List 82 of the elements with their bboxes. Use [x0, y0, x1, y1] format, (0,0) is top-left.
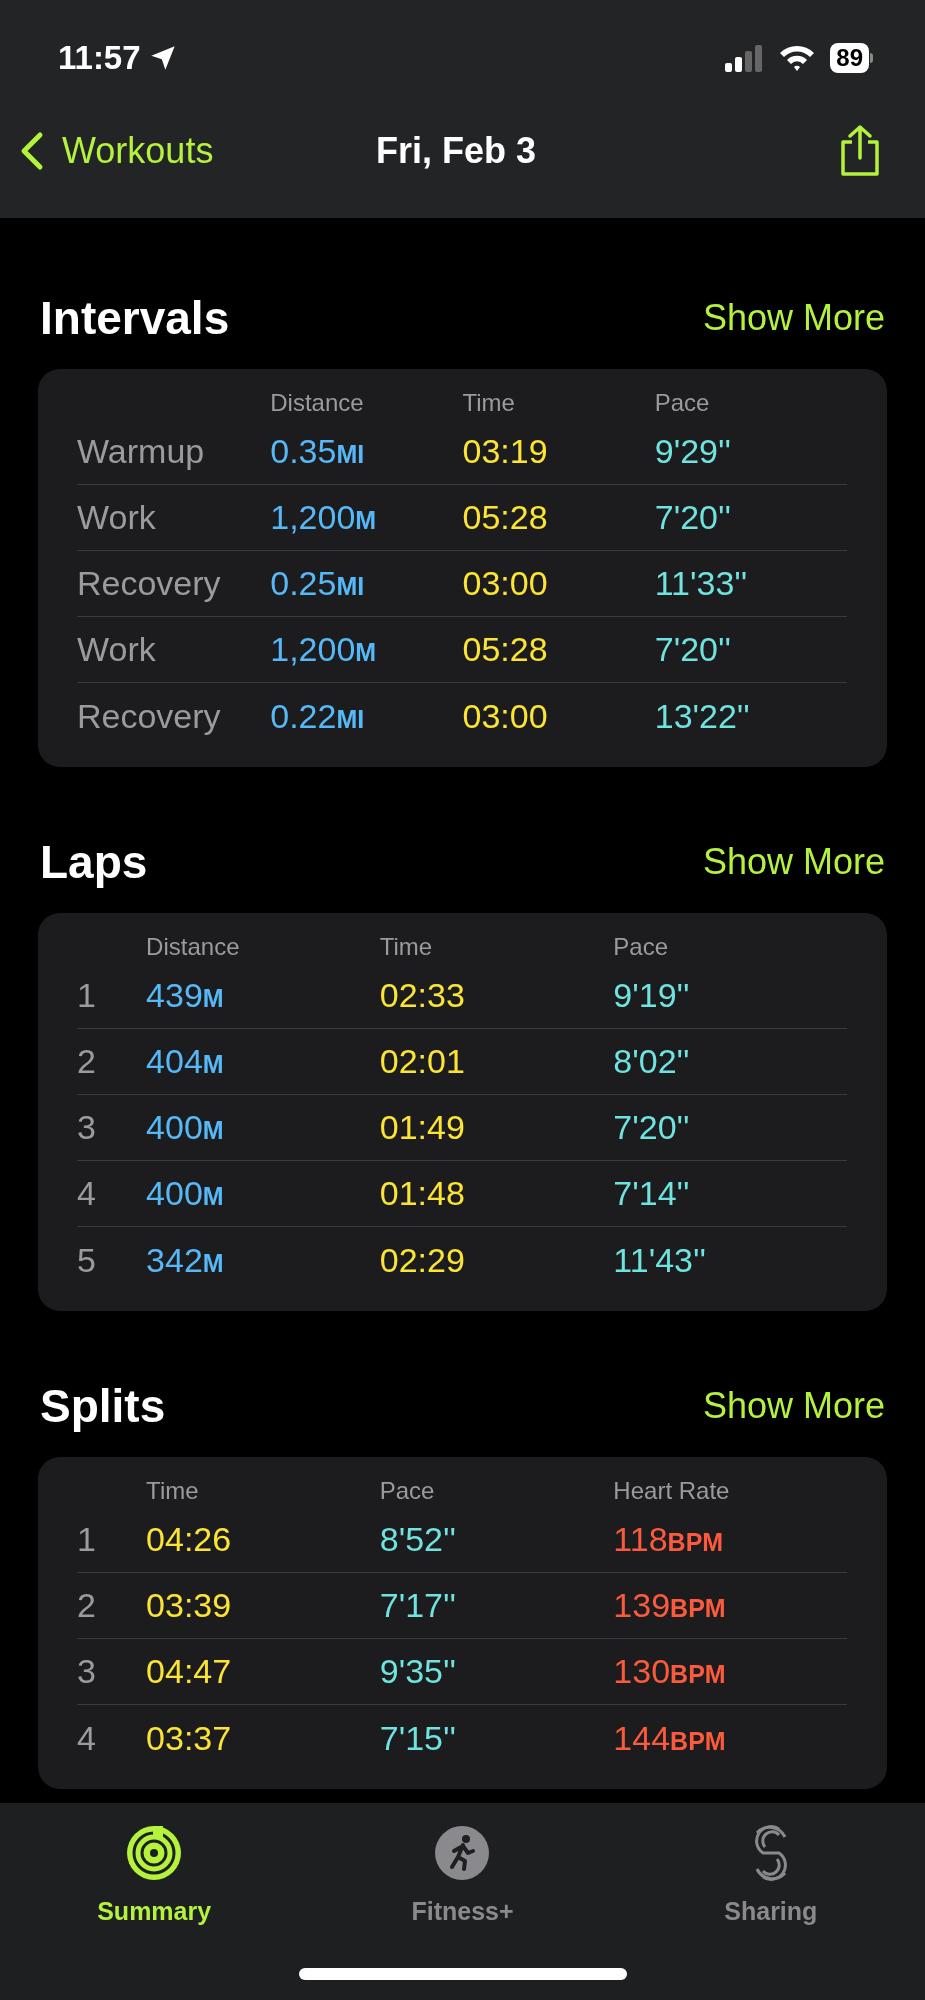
column-header: Time: [146, 1477, 199, 1504]
table-cell: 439M: [146, 976, 224, 1014]
column-header: Pace: [379, 1477, 435, 1504]
column-header: Distance: [146, 933, 240, 960]
table-cell: 342M: [146, 1240, 224, 1279]
table-cell: 130BPM: [613, 1652, 726, 1690]
table-cell: 9'19'': [613, 976, 690, 1014]
table-cell: 400M: [146, 1174, 224, 1212]
section-title: Intervals: [40, 290, 230, 346]
table-cell: 05:28: [462, 630, 548, 668]
table-cell: 03:19: [462, 432, 548, 470]
row-number: 4: [77, 1174, 96, 1212]
column-header: Time: [379, 933, 433, 960]
table-cell: 11'43'': [613, 1240, 706, 1279]
table-cell: 139BPM: [613, 1586, 726, 1624]
table-cell: 01:49: [379, 1108, 465, 1146]
show-more-link[interactable]: Show More: [702, 835, 885, 889]
table-cell: 04:26: [146, 1520, 232, 1558]
interval-label: Work: [77, 630, 156, 668]
table-cell: 13'22'': [654, 696, 750, 735]
table-cell: 400M: [146, 1108, 224, 1146]
back-link[interactable]: Workouts: [20, 124, 214, 178]
table-cell: 404M: [146, 1042, 224, 1080]
table-cell: 01:48: [379, 1174, 465, 1212]
show-more-link[interactable]: Show More: [702, 291, 885, 345]
table-cell: 11'33'': [654, 564, 748, 602]
column-header: Distance: [270, 389, 364, 416]
row-number: 3: [77, 1652, 96, 1690]
status-time: 11:57: [58, 38, 141, 79]
table-cell: 1,200M: [270, 630, 377, 668]
table-cell: 7'20'': [654, 630, 731, 668]
table-cell: 9'29'': [654, 432, 731, 470]
interval-label: Recovery: [77, 564, 221, 602]
column-header: Pace: [654, 389, 710, 416]
activity-rings-icon: [126, 1825, 183, 1881]
table-cell: 03:37: [146, 1718, 232, 1757]
table-cell: 8'52'': [379, 1520, 456, 1558]
nav-title: Fri, Feb 3: [376, 129, 537, 173]
table-cell: 03:39: [146, 1586, 232, 1624]
row-number: 4: [77, 1718, 96, 1757]
table-cell: 9'35'': [379, 1652, 456, 1690]
row-number: 1: [77, 1520, 96, 1558]
interval-label: Recovery: [77, 696, 221, 735]
section-title: Splits: [40, 1378, 166, 1434]
show-more-link[interactable]: Show More: [702, 1379, 885, 1433]
row-number: 2: [77, 1042, 96, 1080]
table-cell: 02:33: [379, 976, 465, 1014]
table-cell: 05:28: [462, 498, 548, 536]
row-number: 5: [77, 1240, 96, 1279]
table-cell: 144BPM: [613, 1718, 726, 1757]
tab[interactable]: Summary: [0, 1823, 309, 1943]
runner-icon: [434, 1825, 491, 1881]
signal-icon: [724, 44, 765, 72]
tab[interactable]: Fitness+: [308, 1823, 617, 1943]
back-chevron-icon: [20, 131, 44, 171]
column-header: Pace: [613, 933, 669, 960]
table-cell: 7'15'': [379, 1718, 456, 1757]
row-number: 2: [77, 1586, 96, 1624]
table-cell: 0.22MI: [270, 696, 365, 735]
table-cell: 0.35MI: [270, 432, 365, 470]
table-cell: 04:47: [146, 1652, 232, 1690]
table-cell: 1,200M: [270, 498, 377, 536]
table-cell: 03:00: [462, 564, 548, 602]
row-number: 3: [77, 1108, 96, 1146]
table-cell: 7'20'': [613, 1108, 690, 1146]
interval-label: Warmup: [77, 432, 205, 470]
table-cell: 7'17'': [379, 1586, 456, 1624]
table-cell: 8'02'': [613, 1042, 690, 1080]
table-cell: 7'20'': [654, 498, 731, 536]
table-cell: 7'14'': [613, 1174, 690, 1212]
tab[interactable]: Sharing: [616, 1823, 925, 1943]
table-cell: 0.25MI: [270, 564, 365, 602]
wifi-icon: [778, 44, 817, 72]
column-header: Time: [462, 389, 515, 416]
interval-label: Work: [77, 498, 156, 536]
column-header: Heart Rate: [613, 1477, 730, 1504]
table-cell: 118BPM: [613, 1520, 724, 1558]
table-cell: 03:00: [462, 696, 548, 735]
table-cell: 02:29: [379, 1240, 465, 1279]
table-cell: 02:01: [379, 1042, 465, 1080]
row-number: 1: [77, 976, 96, 1014]
section-title: Laps: [40, 834, 148, 890]
